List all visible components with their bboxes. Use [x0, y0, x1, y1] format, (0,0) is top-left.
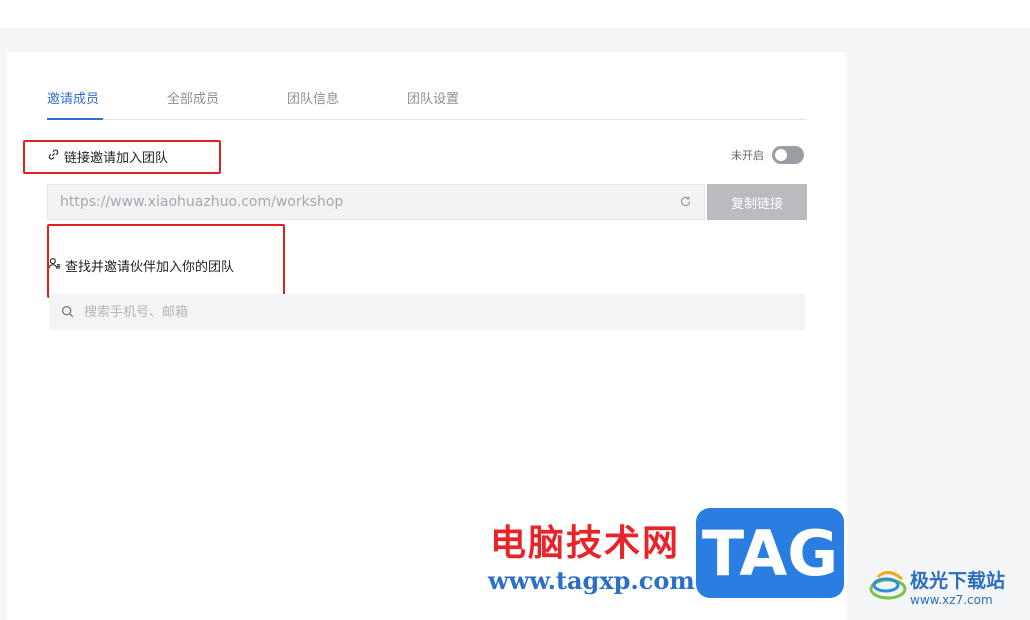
link-invite-toggle[interactable] [772, 146, 804, 164]
watermark-cn-text: 电脑技术网 [490, 523, 681, 564]
highlight-box-link-invite [23, 140, 221, 174]
link-invite-toggle-group: 未开启 [731, 146, 804, 164]
invite-link-input[interactable] [60, 194, 679, 210]
tab-all-members[interactable]: 全部成员 [167, 88, 219, 107]
toggle-status-label: 未开启 [731, 149, 764, 162]
tab-invite-members[interactable]: 邀请成员 [47, 88, 99, 107]
search-icon [61, 303, 74, 322]
watermark-tag-logo: TAG [696, 508, 844, 598]
refresh-icon[interactable] [679, 193, 692, 212]
watermark-site-logo: 极光下载站 www.xz7.com [868, 566, 1005, 607]
highlight-box-partner-invite [47, 224, 285, 298]
partner-search-input[interactable] [84, 304, 793, 320]
watermark-site-text: 极光下载站 www.xz7.com [910, 566, 1005, 607]
active-tab-underline [47, 118, 103, 120]
watermark-url: www.tagxp.com [488, 566, 695, 595]
copy-link-button[interactable]: 复制链接 [707, 184, 807, 220]
tab-team-settings[interactable]: 团队设置 [407, 88, 459, 107]
tab-bar: 邀请成员 全部成员 团队信息 团队设置 [47, 82, 807, 120]
tab-team-info[interactable]: 团队信息 [287, 88, 339, 107]
invite-link-field [47, 184, 705, 220]
watermark-site-name: 极光下载站 [910, 570, 1006, 592]
aurora-logo-icon [868, 567, 908, 607]
toggle-knob [775, 149, 787, 161]
partner-search-field [49, 294, 805, 330]
watermark-site-url: www.xz7.com [910, 593, 993, 607]
top-bar [0, 0, 1030, 28]
